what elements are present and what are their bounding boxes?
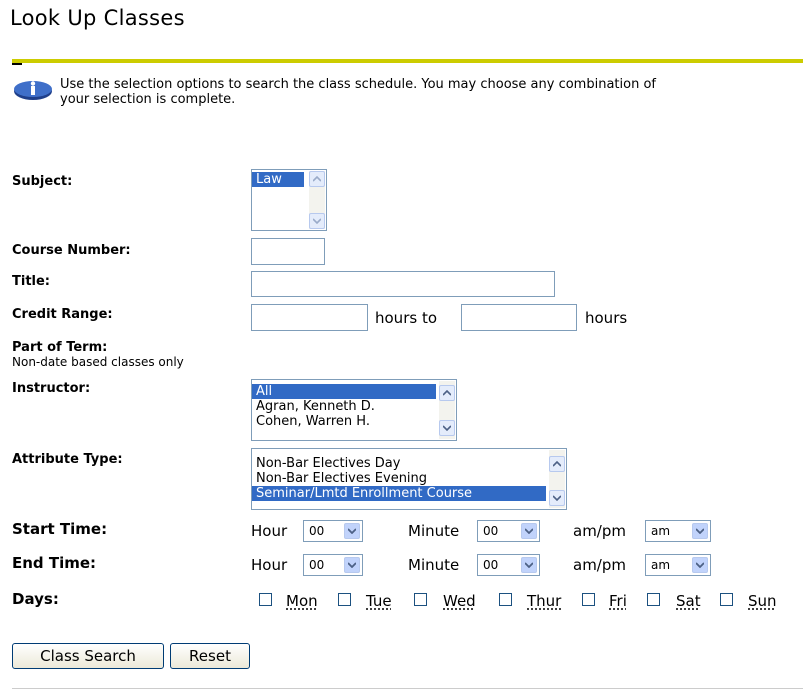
attribute-type-label: Attribute Type:	[12, 452, 123, 467]
start-time-label: Start Time:	[12, 520, 108, 538]
attribute-option[interactable]: Non-Bar Electives Evening	[252, 471, 546, 486]
credit-range-label: Credit Range:	[12, 307, 113, 322]
title-rule-tick	[12, 63, 22, 65]
attribute-scrollbar[interactable]	[549, 450, 565, 508]
credit-to-input[interactable]	[461, 304, 577, 331]
day-label-mon[interactable]: Mon	[286, 592, 318, 610]
start-minute-select[interactable]: 00	[477, 520, 540, 542]
instructor-option[interactable]: All	[252, 384, 436, 399]
start-hour-select[interactable]: 00	[303, 520, 363, 542]
instructor-option[interactable]: Agran, Kenneth D.	[252, 399, 436, 414]
page-title: Look Up Classes	[10, 6, 185, 30]
scroll-up-icon[interactable]	[309, 171, 325, 187]
day-label-tue[interactable]: Tue	[366, 592, 392, 610]
attribute-type-listbox[interactable]: Non-Bar Electives Day Non-Bar Electives …	[251, 448, 567, 510]
chevron-down-icon[interactable]	[521, 523, 537, 539]
scroll-down-icon[interactable]	[309, 213, 325, 229]
attribute-option[interactable]: Seminar/Lmtd Enrollment Course	[252, 486, 546, 501]
days-label: Days:	[12, 590, 59, 608]
chevron-down-icon[interactable]	[521, 557, 537, 573]
end-hour-select[interactable]: 00	[303, 554, 363, 576]
attribute-option[interactable]: Non-Bar Electives Day	[252, 456, 546, 471]
end-ampm-select[interactable]: am	[645, 554, 711, 576]
class-search-button[interactable]: Class Search	[12, 643, 164, 669]
scroll-down-icon[interactable]	[439, 420, 455, 436]
day-label-sun[interactable]: Sun	[748, 592, 777, 610]
credit-from-input[interactable]	[251, 304, 368, 331]
instructor-scrollbar[interactable]	[439, 381, 455, 439]
start-minute-value: 00	[483, 524, 499, 538]
checkbox-fri[interactable]	[582, 593, 595, 606]
instructor-option[interactable]: Cohen, Warren H.	[252, 414, 436, 429]
info-icon	[14, 81, 52, 100]
start-hour-value: 00	[309, 524, 325, 538]
title-label: Title:	[12, 274, 51, 289]
info-line-2: your selection is complete.	[60, 92, 236, 107]
checkbox-wed[interactable]	[414, 593, 427, 606]
start-minute-label: Minute	[408, 522, 460, 540]
info-line-1: Use the selection options to search the …	[60, 77, 656, 92]
chevron-down-icon[interactable]	[692, 557, 708, 573]
title-input[interactable]	[251, 271, 555, 297]
bottom-rule	[12, 688, 803, 689]
instructor-label: Instructor:	[12, 381, 91, 396]
end-minute-select[interactable]: 00	[477, 554, 540, 576]
start-ampm-value: am	[651, 524, 671, 538]
day-label-sat[interactable]: Sat	[676, 592, 701, 610]
end-time-label: End Time:	[12, 554, 97, 572]
title-rule	[12, 59, 803, 63]
chevron-down-icon[interactable]	[692, 523, 708, 539]
subject-label: Subject:	[12, 174, 73, 189]
part-of-term-note: Non-date based classes only	[12, 355, 184, 369]
checkbox-sun[interactable]	[720, 593, 733, 606]
checkbox-mon[interactable]	[259, 593, 272, 606]
start-ampm-label: am/pm	[573, 522, 626, 540]
course-number-label: Course Number:	[12, 243, 131, 258]
subject-scrollbar[interactable]	[309, 171, 325, 229]
day-label-thur[interactable]: Thur	[527, 592, 561, 610]
start-hour-label: Hour	[251, 522, 288, 540]
end-minute-label: Minute	[408, 556, 460, 574]
start-ampm-select[interactable]: am	[645, 520, 711, 542]
scroll-up-icon[interactable]	[549, 456, 565, 472]
checkbox-sat[interactable]	[647, 593, 660, 606]
end-minute-value: 00	[483, 558, 499, 572]
end-hour-label: Hour	[251, 556, 288, 574]
chevron-down-icon[interactable]	[344, 557, 360, 573]
checkbox-thur[interactable]	[499, 593, 512, 606]
subject-option[interactable]: Law	[252, 172, 304, 187]
credit-end-text: hours	[585, 309, 628, 327]
scroll-up-icon[interactable]	[439, 385, 455, 401]
credit-mid-text: hours to	[375, 309, 437, 327]
reset-button[interactable]: Reset	[170, 643, 250, 669]
chevron-down-icon[interactable]	[344, 523, 360, 539]
info-text: Use the selection options to search the …	[60, 77, 803, 107]
end-ampm-value: am	[651, 558, 671, 572]
day-label-wed[interactable]: Wed	[443, 592, 476, 610]
part-of-term-label: Part of Term:	[12, 340, 108, 355]
instructor-listbox[interactable]: All Agran, Kenneth D. Cohen, Warren H.	[251, 379, 457, 441]
course-number-input[interactable]	[251, 238, 325, 265]
subject-listbox[interactable]: Law	[251, 169, 327, 231]
day-label-fri[interactable]: Fri	[609, 592, 627, 610]
checkbox-tue[interactable]	[338, 593, 351, 606]
scroll-down-icon[interactable]	[549, 490, 565, 506]
end-hour-value: 00	[309, 558, 325, 572]
end-ampm-label: am/pm	[573, 556, 626, 574]
